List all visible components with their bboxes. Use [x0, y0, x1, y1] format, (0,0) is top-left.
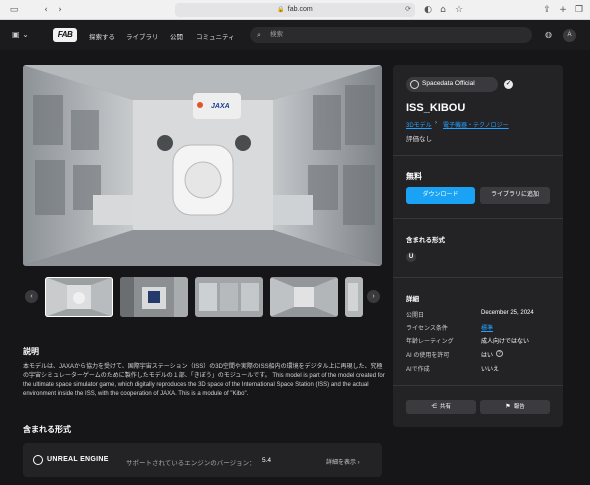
hero-image[interactable]: JAXA — [23, 65, 382, 266]
fab-logo[interactable]: FAB — [53, 28, 77, 42]
epic-menu-icon[interactable]: ▣ ⌄ — [12, 30, 29, 39]
back-arrow-icon[interactable]: ‹ — [40, 4, 52, 16]
detail-label-age-rating: 年齢レーティング — [406, 339, 454, 345]
engine-support-card: UNREAL ENGINE サポートされているエンジンのバージョン： 5.4 詳… — [23, 443, 382, 477]
share-label: 共有 — [439, 404, 451, 410]
search-input[interactable]: ⌕ 検索 — [250, 27, 532, 43]
included-formats-title: 含まれる形式 — [23, 425, 71, 434]
thumbnail-5[interactable] — [345, 277, 363, 317]
share-nodes-icon: ⋲ — [430, 403, 437, 410]
download-button[interactable]: ダウンロード — [406, 187, 475, 204]
carousel-next-button[interactable]: › — [367, 290, 380, 303]
home-icon[interactable]: ⌂ — [437, 4, 449, 16]
view-details-link[interactable]: 詳細を表示 › — [326, 457, 360, 466]
avatar[interactable]: A — [563, 29, 576, 42]
unreal-engine-logo-icon — [33, 455, 43, 465]
new-tab-icon[interactable]: + — [557, 4, 569, 16]
details-title: 詳細 — [406, 296, 419, 303]
engine-name: UNREAL ENGINE — [47, 456, 109, 463]
thumbnail-4[interactable] — [270, 277, 338, 317]
thumbnail-3[interactable] — [195, 277, 263, 317]
address-bar[interactable]: 🔒 fab.com ⟳ — [175, 3, 415, 17]
share-button[interactable]: ⋲ 共有 — [406, 400, 476, 414]
tab-overview-icon[interactable]: ❐ — [573, 4, 585, 16]
engine-version-label: サポートされているエンジンのバージョン： — [126, 460, 256, 467]
divider — [393, 277, 563, 278]
help-question-icon[interactable]: ? — [496, 350, 503, 357]
detail-value-license[interactable]: 標準 — [481, 323, 493, 332]
nav-library[interactable]: ライブラリ — [126, 31, 159, 41]
reload-icon[interactable]: ⟳ — [405, 3, 411, 17]
verified-check-icon: ✓ — [504, 80, 513, 89]
report-label: 報告 — [513, 404, 525, 410]
nav-explore[interactable]: 探索する — [89, 31, 115, 41]
report-button[interactable]: ⚑ 報告 — [480, 400, 550, 414]
detail-label-ai-created: AIで作成 — [406, 367, 430, 373]
bookmark-star-icon[interactable]: ☆ — [453, 4, 465, 16]
share-icon[interactable]: ⇪ — [541, 4, 553, 16]
unreal-format-icon: U — [406, 252, 416, 262]
rating-text: 評価なし — [406, 136, 432, 143]
publisher-logo-icon — [410, 80, 419, 89]
product-title: ISS_KIBOU — [406, 102, 466, 114]
detail-label-license: ライセンス条件 — [406, 326, 448, 332]
description-text: 本モデルは、JAXAから協力を受けて、国際宇宙ステーション（ISS）の3D空間や… — [23, 364, 385, 397]
detail-label-published: 公開日 — [406, 313, 425, 319]
breadcrumb-electronics-tech[interactable]: 電子機器・テクノロジー — [443, 120, 509, 129]
formats-title: 含まれる形式 — [406, 237, 445, 244]
thumbnail-carousel: ‹ › — [23, 277, 382, 317]
carousel-prev-button[interactable]: ‹ — [25, 290, 38, 303]
thumbnail-2[interactable] — [120, 277, 188, 317]
url-text: fab.com — [287, 6, 313, 13]
browser-toolbar: ▭ ‹ › 🔒 fab.com ⟳ ◐ ⌂ ☆ ⇪ + ❐ — [0, 0, 590, 20]
detail-value-age-rating: 成人向けではない — [481, 339, 530, 345]
price-label: 無料 — [406, 172, 422, 181]
divider — [393, 385, 563, 386]
publisher-badge[interactable]: Spacedata Official — [406, 77, 498, 92]
add-to-library-button[interactable]: ライブラリに追加 — [480, 187, 550, 204]
publisher-name: Spacedata Official — [422, 80, 475, 87]
thumbnail-1[interactable] — [45, 277, 113, 317]
sidebar-toggle-icon[interactable]: ▭ — [8, 4, 20, 16]
divider — [393, 155, 563, 156]
divider — [393, 218, 563, 219]
iss-interior-image: JAXA — [23, 65, 382, 266]
product-info-panel: Spacedata Official ✓ ISS_KIBOU 3Dモデル › 電… — [393, 65, 563, 427]
nav-community[interactable]: コミュニティ — [196, 31, 235, 41]
lock-icon: 🔒 — [277, 7, 285, 13]
site-header: ▣ ⌄ FAB 探索する ライブラリ 公開 コミュニティ ⌕ 検索 ◍ — [0, 20, 590, 50]
flag-icon: ⚑ — [505, 403, 511, 410]
search-icon: ⌕ — [257, 31, 261, 39]
engine-version-value: 5.4 — [262, 457, 272, 464]
forward-arrow-icon[interactable]: › — [54, 4, 66, 16]
globe-icon[interactable]: ◍ — [545, 30, 552, 39]
search-placeholder: 検索 — [270, 31, 283, 38]
detail-value-ai-created: いいえ — [481, 367, 500, 373]
detail-value-ai-use: はい — [481, 353, 494, 359]
breadcrumb-separator-icon: › — [435, 120, 437, 126]
description-title: 説明 — [23, 347, 39, 356]
detail-label-ai-use: AI の使用を許可 — [406, 353, 450, 359]
breadcrumb-3d-models[interactable]: 3Dモデル — [406, 120, 432, 129]
nav-publish[interactable]: 公開 — [170, 31, 183, 41]
svg-text:JAXA: JAXA — [211, 103, 230, 110]
translate-icon[interactable]: ◐ — [422, 4, 434, 16]
detail-value-published: December 25, 2024 — [481, 310, 534, 316]
